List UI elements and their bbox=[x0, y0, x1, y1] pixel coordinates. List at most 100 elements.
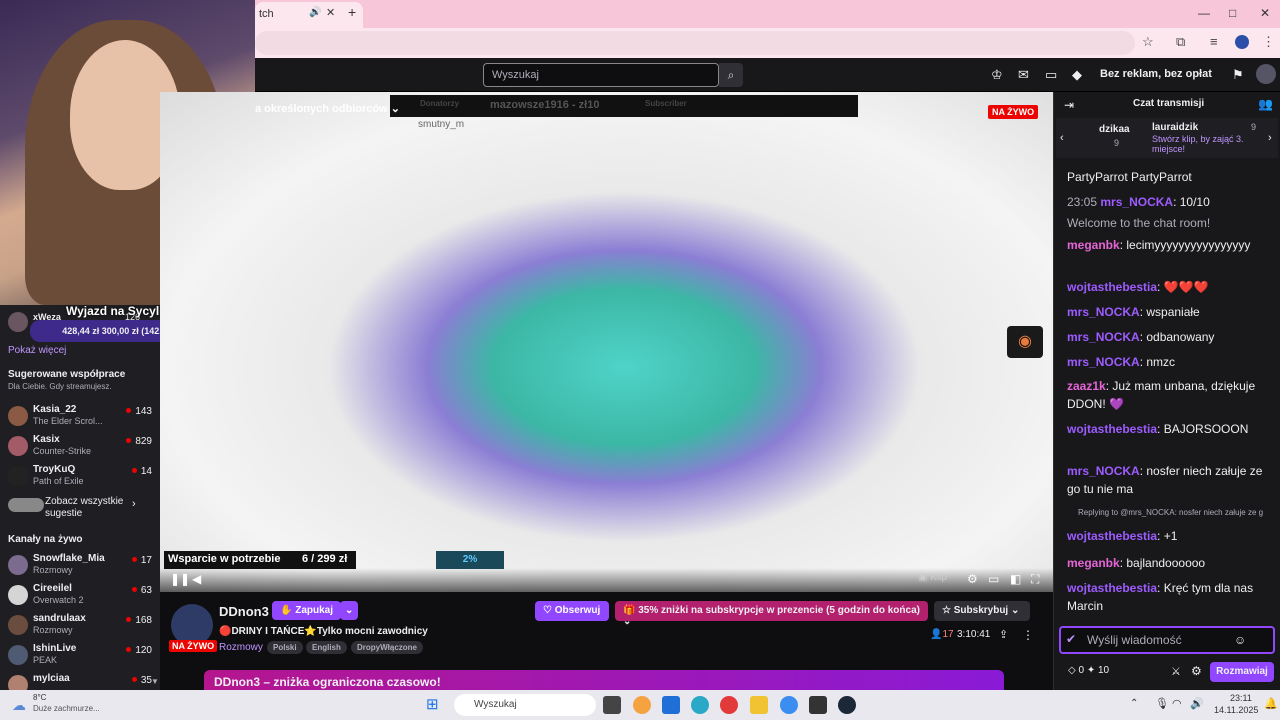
crown-icon[interactable]: ♔ bbox=[991, 67, 1003, 83]
leader-user-2[interactable]: lauraidzik bbox=[1152, 122, 1198, 133]
channel-points-icon[interactable]: ✔ bbox=[1066, 632, 1076, 646]
speaker-icon[interactable]: 🔊 bbox=[309, 7, 321, 18]
sidebar-toggle-icon[interactable]: ◧ bbox=[1010, 572, 1021, 586]
follow-button[interactable]: ♡ Obserwuj bbox=[535, 601, 609, 621]
whispers-icon[interactable]: ▭ bbox=[1045, 67, 1057, 83]
profile-avatar[interactable] bbox=[1235, 35, 1249, 49]
new-tab-button[interactable]: + bbox=[348, 4, 356, 20]
minimize-button[interactable]: — bbox=[1198, 6, 1210, 20]
basketball-icon[interactable]: ◉ bbox=[1007, 326, 1043, 358]
bits-icon[interactable]: ◆ bbox=[1072, 67, 1082, 83]
maximize-button[interactable]: □ bbox=[1229, 6, 1236, 20]
file-explorer-icon[interactable] bbox=[750, 696, 768, 714]
chat-settings-icon[interactable]: ⚙ bbox=[1191, 664, 1202, 678]
close-tab-icon[interactable]: ✕ bbox=[326, 6, 335, 19]
scroll-down-icon[interactable]: ▼ bbox=[151, 677, 159, 686]
sidebar-channel[interactable]: Kasia_22 The Elder Scrol... 143 bbox=[8, 404, 152, 432]
inbox-icon[interactable]: ✉ bbox=[1018, 67, 1029, 83]
pause-button[interactable]: ❚❚ bbox=[170, 572, 190, 586]
chat-username[interactable]: mrs_NOCKA bbox=[1067, 330, 1140, 344]
chat-send-button[interactable]: Rozmawiaj bbox=[1210, 662, 1274, 682]
volume-icon[interactable]: ◀ bbox=[192, 572, 201, 586]
taskbar-search[interactable]: Wyszukaj bbox=[454, 694, 596, 716]
weather-icon[interactable]: ☁ bbox=[12, 697, 26, 714]
sidebar-channel[interactable]: TroyKuQ Path of Exile 14 bbox=[8, 464, 152, 492]
sidebar-channel[interactable]: sandrulaax Rozmowy 168 bbox=[8, 613, 152, 641]
show-more-link[interactable]: Pokaż więcej bbox=[8, 345, 66, 356]
gift-sub-offer[interactable]: 🎁 35% zniżki na subskrypcje w prezencie … bbox=[615, 601, 928, 627]
more-options-icon[interactable]: ⋮ bbox=[1022, 628, 1034, 642]
close-window-button[interactable]: ✕ bbox=[1260, 6, 1270, 20]
opera-icon[interactable] bbox=[720, 696, 738, 714]
chevron-left-icon[interactable]: ‹ bbox=[1060, 132, 1064, 144]
wifi-icon[interactable]: ◠ bbox=[1172, 697, 1182, 710]
chat-username[interactable]: mrs_NOCKA bbox=[1067, 464, 1140, 478]
steam-icon[interactable] bbox=[838, 696, 856, 714]
chat-username[interactable]: wojtasthebestia bbox=[1067, 422, 1157, 436]
promo-banner[interactable]: DDnon3 – zniżka ograniczona czasowo! bbox=[204, 670, 1004, 690]
reading-list-icon[interactable]: ≡ bbox=[1210, 34, 1218, 49]
extensions-icon[interactable]: ⧉ bbox=[1176, 34, 1185, 50]
search-input[interactable]: Wyszukaj bbox=[483, 63, 719, 87]
reply-note: Replying to @mrs_NOCKA: nosfer niech zał… bbox=[1078, 508, 1264, 517]
chat-username[interactable]: mrs_NOCKA bbox=[1067, 355, 1140, 369]
clip-cta[interactable]: Stwórz klip, by zająć 3. miejsce! bbox=[1152, 134, 1264, 154]
app-icon[interactable] bbox=[633, 696, 651, 714]
see-all-suggestions[interactable]: Zobacz wszystkie sugestie › bbox=[8, 496, 152, 524]
sword-icon[interactable]: ⚔ bbox=[1171, 665, 1181, 678]
search-button[interactable]: ⌕ bbox=[719, 63, 743, 87]
theatre-mode-icon[interactable]: ▭ bbox=[988, 572, 999, 586]
channel-name-title[interactable]: DDnon3 bbox=[219, 604, 269, 619]
points-counter[interactable]: ◇ 0 ✦ 10 bbox=[1068, 665, 1109, 676]
category-link[interactable]: Rozmowy bbox=[219, 642, 263, 653]
chat-username[interactable]: meganbk bbox=[1067, 238, 1120, 252]
chat-username[interactable]: meganbk bbox=[1067, 556, 1120, 570]
task-view-icon[interactable] bbox=[603, 696, 621, 714]
tag-pill[interactable]: DropyWłączone bbox=[351, 641, 424, 654]
edge-icon[interactable] bbox=[691, 696, 709, 714]
tag-pill[interactable]: English bbox=[306, 641, 347, 654]
ad-free-button[interactable]: Bez reklam, bez opłat bbox=[1100, 68, 1212, 80]
sidebar-channel[interactable]: Snowflake_Mia Rozmowy 17 bbox=[8, 553, 152, 581]
windows-start-icon[interactable]: ⊞ bbox=[426, 695, 439, 713]
volume-tray-icon[interactable]: 🔊 bbox=[1190, 697, 1204, 710]
settings-icon[interactable]: ⚙ bbox=[967, 572, 978, 586]
raid-dropdown[interactable]: ⌄ bbox=[340, 601, 359, 620]
chat-username[interactable]: mrs_NOCKA bbox=[1067, 305, 1140, 319]
raid-button[interactable]: ✋ Zapukaj bbox=[272, 601, 342, 620]
outlook-icon[interactable] bbox=[662, 696, 680, 714]
sidebar-channel[interactable]: Kasix Counter-Strike 829 bbox=[8, 434, 152, 462]
emote-icon[interactable]: ☺ bbox=[1234, 633, 1246, 647]
user-avatar[interactable] bbox=[1256, 64, 1276, 84]
tray-chevron-icon[interactable]: ⌃ bbox=[1130, 698, 1138, 709]
terminal-icon[interactable] bbox=[809, 696, 827, 714]
chat-username[interactable]: mrs_NOCKA bbox=[1100, 195, 1173, 209]
microphone-icon[interactable]: 🎙 bbox=[1155, 697, 1169, 710]
chrome-icon[interactable] bbox=[780, 696, 798, 714]
tag-pill[interactable]: Polski bbox=[267, 641, 303, 654]
audience-dropdown[interactable]: a określonych odbiorców ⌄ bbox=[255, 102, 400, 115]
sidebar-channel[interactable]: IshinLive PEAK 120 bbox=[8, 643, 152, 671]
channel-avatar bbox=[8, 466, 28, 486]
prime-icon[interactable]: ⚑ bbox=[1232, 67, 1244, 83]
chevron-right-icon[interactable]: › bbox=[1268, 132, 1272, 144]
subscribe-button[interactable]: ☆ Subskrybuj ⌄ bbox=[934, 601, 1030, 621]
address-field[interactable] bbox=[255, 31, 1135, 55]
sidebar-channel[interactable]: Cireeilel Overwatch 2 63 bbox=[8, 583, 152, 611]
notifications-icon[interactable]: 🔔 bbox=[1264, 697, 1278, 710]
chat-username[interactable]: wojtasthebestia bbox=[1067, 280, 1157, 294]
chat-users-icon[interactable]: 👥 bbox=[1258, 97, 1273, 111]
video-player[interactable] bbox=[160, 92, 1053, 592]
chat-username[interactable]: zaaz1k bbox=[1067, 379, 1106, 393]
channel-avatar[interactable] bbox=[8, 312, 28, 332]
collapse-chat-icon[interactable]: ⇥ bbox=[1064, 98, 1074, 112]
chat-username[interactable]: wojtasthebestia bbox=[1067, 529, 1157, 543]
clip-button[interactable]: ▣ Klip bbox=[918, 572, 947, 583]
fullscreen-icon[interactable]: ⛶ bbox=[1031, 572, 1039, 587]
share-icon[interactable]: ⇪ bbox=[999, 628, 1008, 641]
live-badge: NA ŻYWO bbox=[988, 105, 1039, 119]
browser-menu-icon[interactable]: ⋮ bbox=[1262, 34, 1275, 50]
leader-user-1[interactable]: dzikaa bbox=[1099, 124, 1130, 135]
bookmark-star-icon[interactable]: ☆ bbox=[1142, 34, 1154, 50]
chat-username[interactable]: wojtasthebestia bbox=[1067, 581, 1157, 595]
